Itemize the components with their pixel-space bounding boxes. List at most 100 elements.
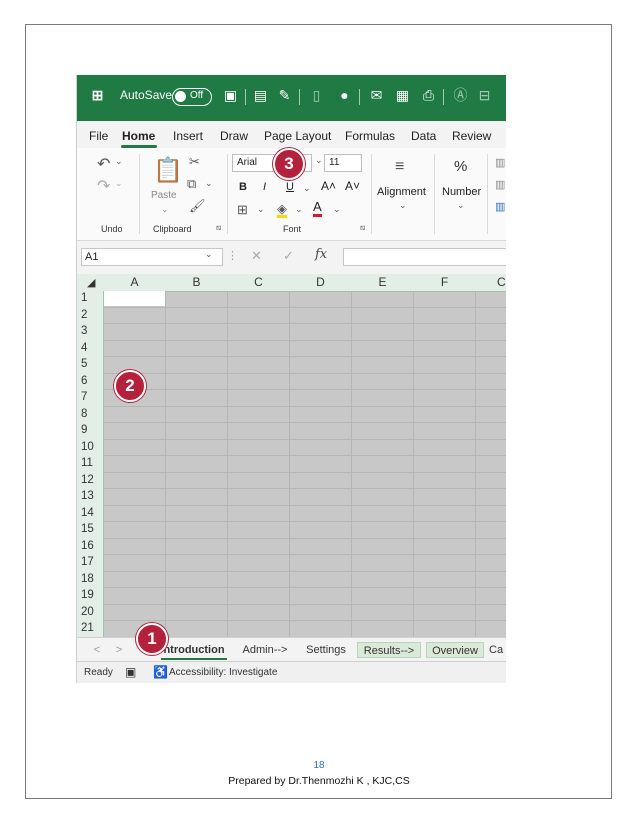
row-header[interactable]: 18 <box>81 573 94 585</box>
tab-review[interactable]: Review <box>452 129 491 143</box>
chevron-down-icon[interactable]: ⌄ <box>295 204 303 215</box>
print-icon[interactable]: ⎙ <box>421 88 436 103</box>
tab-home[interactable]: Home <box>122 129 155 143</box>
sheet-tab-introduction[interactable]: ntroduction <box>161 642 227 660</box>
alignment-button[interactable]: Alignment <box>377 186 426 198</box>
column-header[interactable]: D <box>290 275 351 289</box>
redo-icon[interactable]: ↷ <box>97 176 110 196</box>
row-header[interactable]: 1 <box>81 292 87 304</box>
borders-icon[interactable]: ⊞ <box>237 202 248 218</box>
chevron-down-icon[interactable]: ⌄ <box>303 183 311 194</box>
sheet-tab-settings[interactable]: Settings <box>301 642 351 658</box>
column-header[interactable]: B <box>166 275 227 289</box>
row-header[interactable]: 8 <box>81 408 87 420</box>
number-button[interactable]: Number <box>442 186 481 198</box>
paste-label[interactable]: Paste <box>151 190 177 201</box>
accessibility-icon[interactable]: ♿ <box>153 665 168 679</box>
enter-icon[interactable]: ✓ <box>283 248 294 264</box>
row-header[interactable]: 6 <box>81 375 87 387</box>
conditional-format-icon[interactable]: ▥ <box>495 156 505 169</box>
cancel-icon[interactable]: ✕ <box>251 248 262 264</box>
sheet-tab-partial[interactable]: Ca <box>489 642 506 658</box>
tab-draw[interactable]: Draw <box>220 129 248 143</box>
row-header[interactable]: 16 <box>81 540 94 552</box>
select-all-icon[interactable]: ◢ <box>87 276 95 289</box>
grow-font-button[interactable]: A˄ <box>321 179 336 193</box>
insert-function-button[interactable]: fx <box>315 247 327 262</box>
tab-data[interactable]: Data <box>411 129 436 143</box>
column-header[interactable]: C <box>497 275 506 289</box>
sheet-tab-admin[interactable]: Admin--> <box>233 642 297 658</box>
font-color-icon[interactable]: A <box>313 200 322 217</box>
format-painter-icon[interactable]: 🖌 <box>189 198 206 214</box>
scroll-tabs-left-button[interactable]: < <box>91 642 103 658</box>
font-size-box[interactable]: 11 <box>324 154 362 172</box>
save-icon[interactable]: ▣ <box>223 88 238 103</box>
dialog-launcher-icon[interactable]: ⧅ <box>216 223 221 233</box>
active-cell-a1[interactable] <box>104 291 165 306</box>
accessibility-status[interactable]: Accessibility: Investigate <box>169 667 277 678</box>
scroll-tabs-right-button[interactable]: > <box>113 642 125 658</box>
row-header[interactable]: 13 <box>81 490 94 502</box>
cell-area[interactable] <box>104 291 506 638</box>
column-header[interactable]: E <box>352 275 413 289</box>
chevron-down-icon[interactable]: ⌄ <box>205 249 213 260</box>
chevron-down-icon[interactable]: ⌄ <box>115 156 123 167</box>
row-header[interactable]: 2 <box>81 309 87 321</box>
column-header[interactable]: A <box>104 275 165 289</box>
chevron-down-icon[interactable]: ⌄ <box>333 204 341 215</box>
copy-icon[interactable]: ⧉ <box>187 176 196 192</box>
sign-icon[interactable]: ✉ <box>369 88 384 103</box>
paste-icon[interactable]: 📋 <box>153 156 183 185</box>
tab-file[interactable]: File <box>89 129 108 143</box>
row-header[interactable]: 7 <box>81 391 87 403</box>
dialog-launcher-icon[interactable]: ⧅ <box>360 223 365 233</box>
row-header[interactable]: 4 <box>81 342 87 354</box>
tab-insert[interactable]: Insert <box>173 129 203 143</box>
form-icon[interactable]: ▤ <box>253 88 268 103</box>
chevron-down-icon[interactable]: ⌄ <box>257 204 265 215</box>
worksheet-grid[interactable]: ◢ A B C D E F C 1 2 3 4 5 6 7 8 9 10 11 12 13 14 15 16 1… <box>77 274 506 638</box>
tab-page-layout[interactable]: Page Layout <box>264 129 331 143</box>
row-header[interactable]: 3 <box>81 325 87 337</box>
percent-icon[interactable]: % <box>454 158 467 175</box>
row-header[interactable]: 19 <box>81 589 94 601</box>
row-header[interactable]: 20 <box>81 606 94 618</box>
name-box[interactable]: A1 <box>81 248 223 266</box>
column-header[interactable]: F <box>414 275 475 289</box>
align-icon[interactable]: ≡ <box>395 158 404 176</box>
row-header[interactable]: 11 <box>81 457 93 469</box>
fill-color-icon[interactable]: ◈ <box>277 202 287 218</box>
undo-icon[interactable]: ↶ <box>97 154 110 174</box>
cell-styles-icon[interactable]: ▥ <box>495 200 505 213</box>
sheet-tab-overview[interactable]: Overview <box>426 642 484 658</box>
shrink-font-button[interactable]: A˅ <box>345 179 360 193</box>
row-header[interactable]: 12 <box>81 474 94 486</box>
tab-formulas[interactable]: Formulas <box>345 129 395 143</box>
row-header[interactable]: 21 <box>81 622 94 634</box>
format-table-icon[interactable]: ▥ <box>495 178 505 191</box>
scan-icon[interactable]: ▦ <box>395 88 410 103</box>
chevron-down-icon[interactable]: ⌄ <box>161 204 169 215</box>
chevron-down-icon[interactable]: ⌄ <box>315 155 323 166</box>
circle-a-icon[interactable]: Ⓐ <box>453 88 468 103</box>
cut-icon[interactable]: ✂ <box>189 154 200 170</box>
bold-button[interactable]: B <box>239 181 247 193</box>
row-header[interactable]: 5 <box>81 358 87 370</box>
chevron-down-icon[interactable]: ⌄ <box>457 200 465 211</box>
underline-button[interactable]: U <box>286 181 294 193</box>
row-header[interactable]: 15 <box>81 523 94 535</box>
chevron-down-icon[interactable]: ⌄ <box>205 178 213 189</box>
formula-input[interactable] <box>343 248 506 266</box>
chevron-down-icon[interactable]: ⌄ <box>399 200 407 211</box>
page-icon[interactable]: ▯ <box>309 88 324 103</box>
italic-button[interactable]: I <box>263 181 266 193</box>
chevron-down-icon[interactable]: ⌄ <box>115 178 123 189</box>
brush-icon[interactable]: ✎ <box>277 88 292 103</box>
row-header[interactable]: 17 <box>81 556 94 568</box>
autosave-toggle[interactable]: Off <box>172 88 212 106</box>
macro-record-icon[interactable]: ▣ <box>125 665 136 679</box>
sheet-tab-results[interactable]: Results--> <box>357 642 421 658</box>
row-header[interactable]: 10 <box>81 441 94 453</box>
column-header[interactable]: C <box>228 275 289 289</box>
